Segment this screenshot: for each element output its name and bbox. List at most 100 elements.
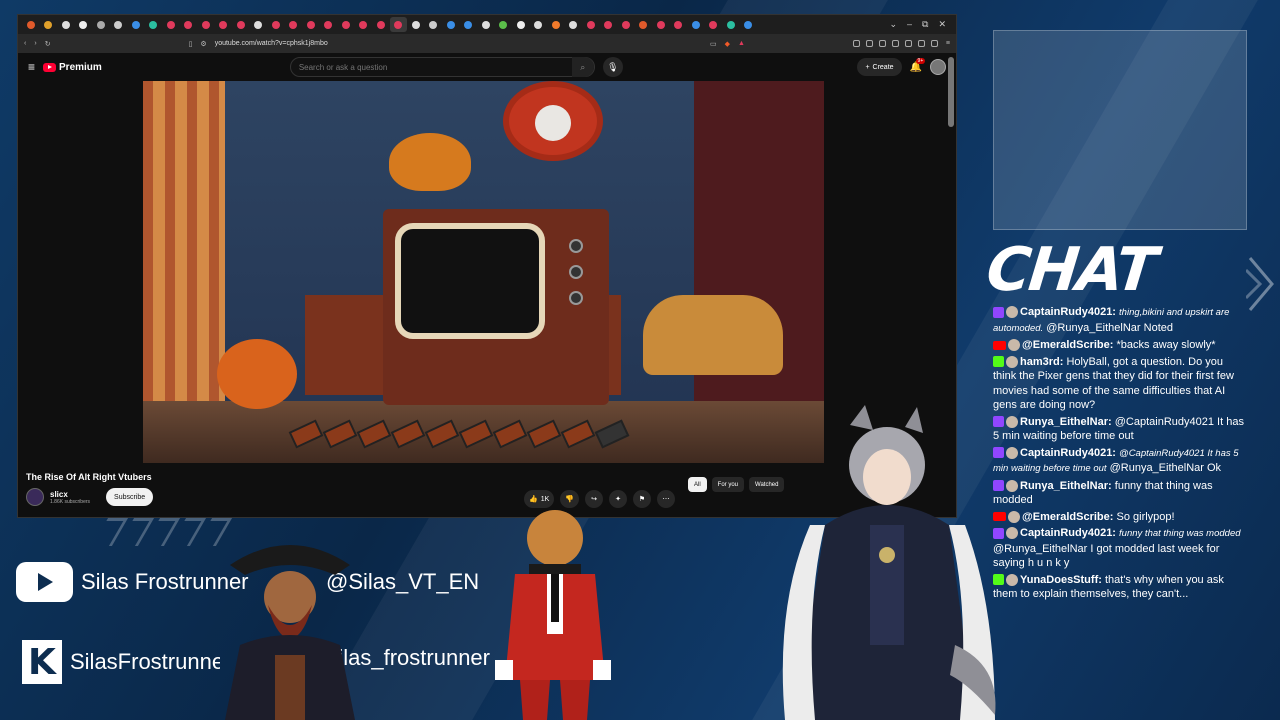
browser-tab[interactable] xyxy=(180,17,198,32)
extension-icon[interactable] xyxy=(865,40,873,47)
chat-user-avatar xyxy=(1006,355,1018,368)
close-window-button[interactable]: ✕ xyxy=(938,19,946,30)
site-info-icon[interactable]: ⚙ xyxy=(200,40,206,48)
browser-tab[interactable] xyxy=(372,17,390,32)
tab-favicon-icon xyxy=(586,20,595,29)
extension-icon[interactable] xyxy=(891,40,899,47)
brave-shield-icon[interactable]: ◆ xyxy=(725,40,730,48)
browser-tab[interactable] xyxy=(57,17,75,32)
subscribe-button[interactable]: Subscribe xyxy=(106,488,154,506)
browser-tab[interactable] xyxy=(40,17,58,32)
youtube-logo[interactable]: Premium xyxy=(43,62,102,73)
browser-tab[interactable] xyxy=(267,17,285,32)
browser-tab[interactable] xyxy=(285,17,303,32)
ask-button[interactable]: ✦ xyxy=(609,490,627,508)
microphone-icon[interactable]: 🎙 xyxy=(602,57,623,77)
browser-tab[interactable] xyxy=(670,17,688,32)
forward-icon[interactable]: › xyxy=(34,40,36,47)
browser-tab[interactable] xyxy=(302,17,320,32)
youtube-header: ≡ Premium ⌕ 🎙 + Create 🔔9+ xyxy=(18,53,956,81)
browser-tab[interactable] xyxy=(250,17,268,32)
extension-icon[interactable] xyxy=(878,40,886,47)
browser-tab[interactable] xyxy=(389,17,407,32)
browser-tab[interactable] xyxy=(407,17,425,32)
extension-icon[interactable] xyxy=(917,40,925,47)
channel-avatar[interactable] xyxy=(26,488,44,506)
browser-tab[interactable] xyxy=(215,17,233,32)
scrollbar[interactable] xyxy=(948,57,954,127)
browser-tab[interactable] xyxy=(145,17,163,32)
search-icon[interactable]: ⌕ xyxy=(571,57,594,77)
chip-for-you[interactable]: For you xyxy=(711,477,745,492)
tab-favicon-icon xyxy=(324,20,333,29)
browser-tab[interactable] xyxy=(320,17,338,32)
tab-list-button[interactable]: ⌄ xyxy=(889,19,897,30)
browser-tab[interactable] xyxy=(92,17,110,32)
create-button[interactable]: + Create xyxy=(857,58,902,76)
menu-icon[interactable]: ≡ xyxy=(946,40,950,47)
browser-tab[interactable] xyxy=(75,17,93,32)
save-button[interactable]: ⚑ xyxy=(633,490,651,508)
browser-tab[interactable] xyxy=(512,17,530,32)
browser-tab[interactable] xyxy=(442,17,460,32)
dislike-button[interactable]: 👎 xyxy=(560,490,579,508)
screenshot-icon[interactable]: ▭ xyxy=(710,40,717,48)
browser-tab[interactable] xyxy=(635,17,653,32)
bookmark-icon[interactable]: ▯ xyxy=(189,40,193,48)
minimize-button[interactable]: – xyxy=(907,19,912,30)
tab-favicon-icon xyxy=(481,20,490,29)
hamburger-icon[interactable]: ≡ xyxy=(28,60,35,74)
browser-tab[interactable] xyxy=(582,17,600,32)
browser-tab[interactable] xyxy=(162,17,180,32)
reload-icon[interactable]: ↻ xyxy=(45,40,51,48)
more-button[interactable]: ⋯ xyxy=(657,490,675,508)
browser-tab[interactable] xyxy=(547,17,565,32)
tab-favicon-icon xyxy=(61,20,70,29)
notifications-icon[interactable]: 🔔 9+ xyxy=(910,57,926,73)
browser-tab[interactable] xyxy=(110,17,128,32)
browser-tab[interactable] xyxy=(705,17,723,32)
browser-tab[interactable] xyxy=(687,17,705,32)
browser-tab[interactable] xyxy=(232,17,250,32)
video-player[interactable] xyxy=(143,81,824,463)
browser-tab[interactable] xyxy=(355,17,373,32)
chip-all[interactable]: All xyxy=(688,477,707,492)
browser-tab[interactable] xyxy=(22,17,40,32)
youtube-icon xyxy=(16,562,73,602)
browser-tab[interactable] xyxy=(460,17,478,32)
maximize-button[interactable]: ⧉ xyxy=(922,19,928,30)
chat-reply-quote: funny that thing was modded xyxy=(1119,528,1241,539)
channel-info: slicx 1.86K subscribers Subscribe xyxy=(26,488,154,506)
browser-tab[interactable] xyxy=(337,17,355,32)
browser-tab[interactable] xyxy=(722,17,740,32)
back-icon[interactable]: ‹ xyxy=(24,40,26,47)
browser-tab[interactable] xyxy=(477,17,495,32)
browser-tab[interactable] xyxy=(197,17,215,32)
browser-tab[interactable] xyxy=(652,17,670,32)
extension-icon[interactable] xyxy=(904,40,912,47)
browser-tab[interactable] xyxy=(600,17,618,32)
like-button[interactable]: 👍 1K xyxy=(524,490,555,508)
youtube-social: Silas Frostrunner xyxy=(16,562,249,602)
extension-icon[interactable] xyxy=(930,40,938,47)
browser-tab[interactable] xyxy=(530,17,548,32)
account-avatar[interactable] xyxy=(930,59,946,75)
chat-user-avatar xyxy=(1006,415,1018,428)
extension-icon[interactable] xyxy=(852,40,860,47)
browser-tab[interactable] xyxy=(740,17,758,32)
browser-tab[interactable] xyxy=(127,17,145,32)
browser-tab[interactable] xyxy=(495,17,513,32)
browser-tab[interactable] xyxy=(617,17,635,32)
tab-favicon-icon xyxy=(26,20,35,29)
share-button[interactable]: ↪ xyxy=(585,490,603,508)
search-input[interactable] xyxy=(298,62,594,72)
chat-message: Runya_EithelNar: funny that thing was mo… xyxy=(993,479,1247,508)
channel-name[interactable]: slicx xyxy=(50,490,90,499)
chat-username: Runya_EithelNar: xyxy=(1020,479,1112,492)
browser-tab[interactable] xyxy=(425,17,443,32)
url-field[interactable]: youtube.com/watch?v=cphsk1j8mbo xyxy=(215,40,702,47)
decorative-chevrons xyxy=(91,518,233,546)
rewards-icon[interactable]: ▲ xyxy=(738,40,745,47)
tab-favicon-icon xyxy=(184,20,193,29)
browser-tab[interactable] xyxy=(565,17,583,32)
